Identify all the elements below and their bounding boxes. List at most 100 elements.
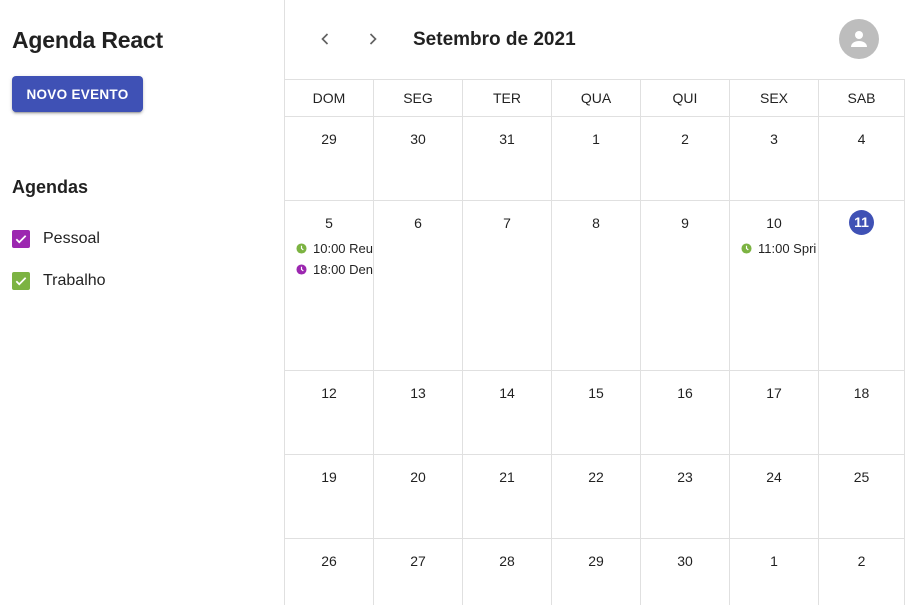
day-cell[interactable]: 30 (374, 117, 463, 200)
app: Agenda React NOVO EVENTO Agendas Pessoal… (0, 0, 905, 605)
day-number: 16 (677, 385, 693, 401)
agenda-label: Pessoal (43, 230, 100, 247)
day-number: 9 (681, 215, 689, 231)
day-number: 7 (503, 215, 511, 231)
agendas-title: Agendas (12, 177, 89, 197)
day-cell[interactable]: 3 (730, 117, 819, 200)
day-number: 14 (499, 385, 515, 401)
clock-icon (741, 243, 752, 254)
day-number: 8 (592, 215, 600, 231)
day-number: 17 (766, 385, 782, 401)
calendar-event[interactable]: 18:00 Den (296, 259, 373, 280)
day-cell[interactable]: 16 (641, 371, 730, 454)
day-number: 19 (321, 469, 337, 485)
day-number: 2 (681, 131, 689, 147)
day-cell[interactable]: 30 (641, 539, 730, 605)
day-cell[interactable]: 19 (285, 455, 374, 538)
day-number: 4 (857, 131, 866, 147)
day-cell[interactable]: 2 (641, 117, 730, 200)
prev-month-button[interactable] (312, 26, 338, 52)
day-number: 29 (321, 131, 337, 147)
day-number: 18 (853, 385, 870, 401)
day-number: 25 (853, 469, 870, 485)
day-cell[interactable]: 15 (552, 371, 641, 454)
weekday-header: SEX (730, 80, 819, 116)
day-cell[interactable]: 5 10:00 Reu 18:00 Den (285, 201, 374, 370)
day-cell[interactable]: 18 (819, 371, 905, 454)
app-title: Agenda React (12, 27, 163, 53)
day-cell[interactable]: 29 (552, 539, 641, 605)
week-row: 5 10:00 Reu 18:00 Den 6 7 8 9 10 11:00 Spri 11 (285, 201, 905, 371)
day-cell[interactable]: 20 (374, 455, 463, 538)
weekday-header: TER (463, 80, 552, 116)
day-number: 28 (499, 553, 515, 569)
day-number: 10 (766, 215, 782, 231)
user-avatar[interactable] (839, 19, 879, 59)
week-row: 19 20 21 22 23 24 25 (285, 455, 905, 539)
day-cell[interactable]: 9 (641, 201, 730, 370)
day-cell[interactable]: 23 (641, 455, 730, 538)
clock-icon (296, 243, 307, 254)
day-cell[interactable]: 2 (819, 539, 905, 605)
chevron-right-icon (369, 33, 377, 45)
day-number: 2 (857, 553, 866, 569)
day-number: 1 (592, 131, 600, 147)
day-cell[interactable]: 17 (730, 371, 819, 454)
day-cell[interactable]: 6 (374, 201, 463, 370)
day-cell[interactable]: 1 (552, 117, 641, 200)
day-cell[interactable]: 26 (285, 539, 374, 605)
day-cell[interactable]: 27 (374, 539, 463, 605)
pessoal-checkbox[interactable] (12, 230, 30, 248)
day-number: 23 (677, 469, 693, 485)
day-cell[interactable]: 11 (819, 201, 905, 370)
day-number: 22 (588, 469, 604, 485)
weekday-header: SEG (374, 80, 463, 116)
week-row: 26 27 28 29 30 1 2 (285, 539, 905, 605)
new-event-button[interactable]: NOVO EVENTO (12, 76, 143, 112)
day-number: 21 (499, 469, 515, 485)
day-cell[interactable]: 14 (463, 371, 552, 454)
day-cell[interactable]: 13 (374, 371, 463, 454)
day-cell[interactable]: 4 (819, 117, 905, 200)
day-number: 27 (410, 553, 426, 569)
day-cell[interactable]: 8 (552, 201, 641, 370)
trabalho-checkbox[interactable] (12, 272, 30, 290)
day-cell[interactable]: 7 (463, 201, 552, 370)
event-label: 18:00 Den (313, 262, 373, 277)
week-row: 12 13 14 15 16 17 18 (285, 371, 905, 455)
day-number: 29 (588, 553, 604, 569)
day-number: 31 (499, 131, 515, 147)
day-cell[interactable]: 28 (463, 539, 552, 605)
today-day-number: 11 (849, 210, 874, 235)
chevron-left-icon (321, 33, 329, 45)
agenda-item-pessoal[interactable]: Pessoal (12, 227, 100, 251)
day-cell[interactable]: 24 (730, 455, 819, 538)
event-list: 10:00 Reu 18:00 Den (285, 238, 373, 280)
calendar-event[interactable]: 11:00 Spri (741, 238, 818, 259)
day-number: 13 (410, 385, 426, 401)
week-row: 29 30 31 1 2 3 4 (285, 117, 905, 201)
day-number: 6 (414, 215, 422, 231)
day-cell[interactable]: 10 11:00 Spri (730, 201, 819, 370)
agenda-label: Trabalho (43, 272, 106, 289)
next-month-button[interactable] (360, 26, 386, 52)
event-list: 11:00 Spri (730, 238, 818, 259)
month-title: Setembro de 2021 (413, 29, 576, 50)
day-cell[interactable]: 12 (285, 371, 374, 454)
day-number: 1 (770, 553, 778, 569)
day-number: 12 (321, 385, 337, 401)
calendar-main: Setembro de 2021 DOM SEG TER QUA QUI SEX SAB 2… (285, 0, 905, 605)
day-cell[interactable]: 31 (463, 117, 552, 200)
day-cell[interactable]: 25 (819, 455, 905, 538)
toolbar: Setembro de 2021 (285, 0, 905, 80)
agenda-item-trabalho[interactable]: Trabalho (12, 269, 106, 293)
day-number: 24 (766, 469, 782, 485)
day-cell[interactable]: 29 (285, 117, 374, 200)
day-number: 5 (325, 215, 333, 231)
weekday-header: DOM (285, 80, 374, 116)
day-cell[interactable]: 21 (463, 455, 552, 538)
day-cell[interactable]: 1 (730, 539, 819, 605)
day-cell[interactable]: 22 (552, 455, 641, 538)
day-number: 26 (321, 553, 337, 569)
calendar-event[interactable]: 10:00 Reu (296, 238, 373, 259)
